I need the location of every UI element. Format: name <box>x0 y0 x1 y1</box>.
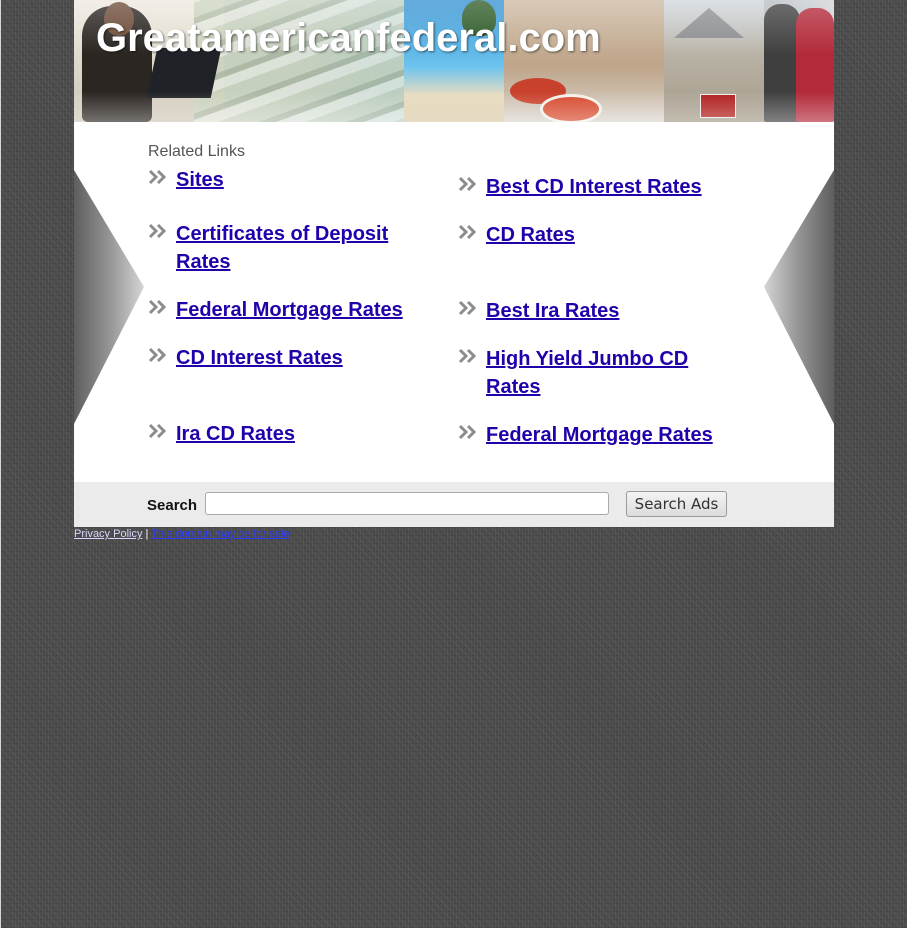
double-chevron-right-icon <box>148 169 167 185</box>
search-label: Search <box>147 497 198 514</box>
double-chevron-right-icon <box>148 223 167 239</box>
header-banner: Greatamericanfederal.com <box>74 0 834 122</box>
related-link-best-ira-rates[interactable]: Best Ira Rates <box>486 297 736 325</box>
related-link-federal-mortgage-rates[interactable]: Federal Mortgage Rates <box>176 296 426 324</box>
double-chevron-right-icon <box>148 299 167 315</box>
search-ads-button[interactable]: Search Ads <box>626 491 727 517</box>
footer: Privacy Policy | This domain may be for sa… <box>74 527 834 544</box>
domain-for-sale-link[interactable]: This domain may be for sale <box>151 528 289 540</box>
double-chevron-right-icon <box>458 348 477 364</box>
double-chevron-right-icon <box>458 300 477 316</box>
search-bar: Search Search Ads <box>74 482 834 527</box>
related-link-cd-interest-rates[interactable]: CD Interest Rates <box>176 344 426 372</box>
page-edge-line <box>0 0 1 928</box>
related-link-sites[interactable]: Sites <box>176 166 426 194</box>
double-chevron-right-icon <box>148 347 167 363</box>
double-chevron-right-icon <box>148 423 167 439</box>
related-link-best-cd-interest-rates[interactable]: Best CD Interest Rates <box>486 173 736 201</box>
site-title: Greatamericanfederal.com <box>96 16 601 60</box>
related-links-heading: Related Links <box>148 143 245 160</box>
footer-separator: | <box>145 528 149 540</box>
related-link-cd-rates[interactable]: CD Rates <box>486 221 736 249</box>
related-link-federal-mortgage-rates-2[interactable]: Federal Mortgage Rates <box>486 421 736 449</box>
related-links-panel: Related Links Sites Certificates of Depo… <box>74 122 834 482</box>
right-decorative-wedge <box>764 170 834 424</box>
search-input[interactable] <box>205 492 609 515</box>
related-link-ira-cd-rates[interactable]: Ira CD Rates <box>176 420 426 448</box>
left-decorative-wedge <box>74 170 144 424</box>
double-chevron-right-icon <box>458 176 477 192</box>
related-link-high-yield-jumbo-cd-rates[interactable]: High Yield Jumbo CD Rates <box>486 345 736 401</box>
privacy-policy-link[interactable]: Privacy Policy <box>74 528 142 540</box>
related-link-certificates-of-deposit-rates[interactable]: Certificates of Deposit Rates <box>176 220 426 276</box>
page-wrapper: Greatamericanfederal.com Related Links S… <box>74 0 834 544</box>
double-chevron-right-icon <box>458 224 477 240</box>
double-chevron-right-icon <box>458 424 477 440</box>
